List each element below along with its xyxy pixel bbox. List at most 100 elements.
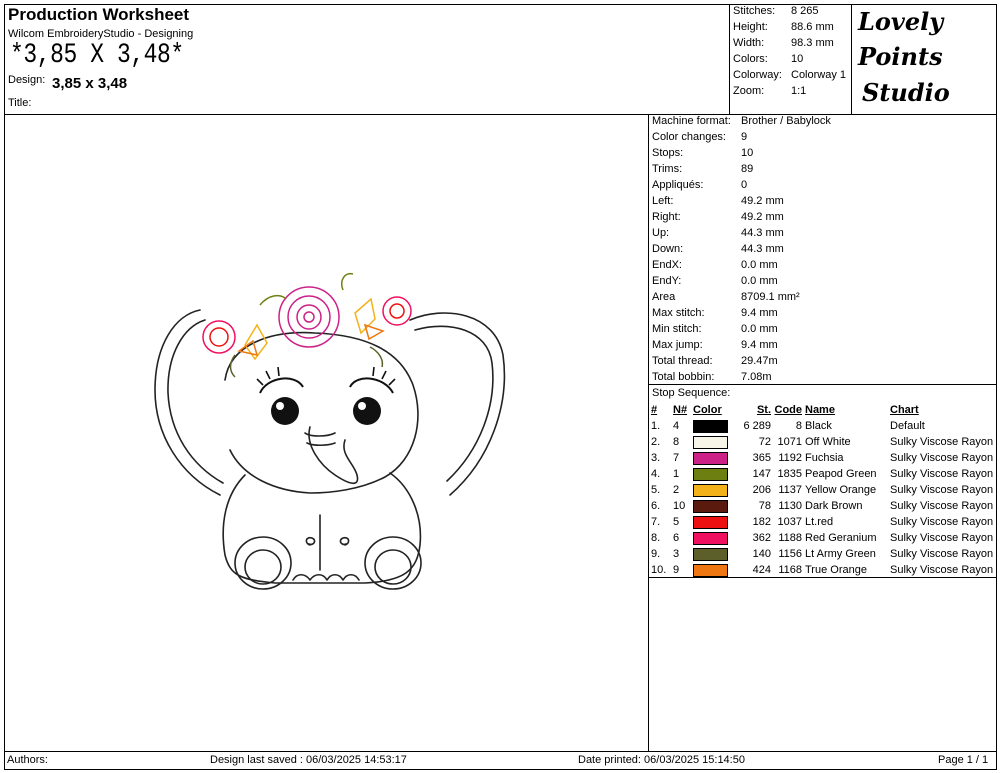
table-header-row: # N# Color St. Code Name Chart — [651, 402, 1000, 418]
color-swatch — [693, 563, 728, 577]
row-code: 1130 — [778, 500, 802, 512]
row-code: 1188 — [778, 532, 802, 544]
row-stitches: 147 — [752, 468, 771, 480]
table-row: 1. 4 6 289 8 Black Default — [651, 418, 1000, 434]
row-needle: 1 — [673, 468, 680, 480]
summary-value: 8 265 — [791, 5, 819, 17]
col-header-needle: N# — [673, 404, 688, 416]
summary-value: 98.3 mm — [791, 37, 834, 49]
row-code: 1071 — [777, 436, 802, 448]
detail-label: Left: — [652, 195, 674, 207]
table-row: 4. 1 147 1835 Peapod Green Sulky Viscose Rayo… — [651, 466, 1000, 482]
design-preview — [154, 272, 506, 590]
summary-value: Colorway 1 — [791, 69, 847, 81]
row-needle: 4 — [673, 420, 680, 432]
detail-label: Total thread: — [652, 355, 713, 367]
color-swatch — [693, 515, 728, 529]
stop-sequence-table: # N# Color St. Code Name Chart 1. 4 6 289 8… — [651, 402, 1000, 578]
row-chart: Sulky Viscose Rayon — [890, 532, 994, 544]
footer-authors: Authors: — [7, 754, 48, 766]
row-chart: Default — [890, 420, 925, 432]
footer-date-printed: Date printed: 06/03/2025 15:14:50 — [578, 754, 745, 766]
row-name: Lt.red — [805, 516, 834, 528]
col-header-chart: Chart — [890, 404, 919, 416]
color-swatch — [693, 435, 728, 449]
detail-value: 0.0 mm — [741, 275, 778, 287]
table-row: 5. 2 206 1137 Yellow Orange Sulky Viscose Ray… — [651, 482, 1000, 498]
summary-label: Height: — [733, 21, 768, 33]
size-banner: *3,85 X 3,48* — [10, 40, 184, 71]
elephant-outline — [154, 309, 506, 590]
flower-crown — [202, 272, 412, 378]
row-name: True Orange — [805, 564, 867, 576]
row-color-swatch — [693, 530, 733, 546]
detail-value: 0.0 mm — [741, 323, 778, 335]
detail-label: Color changes: — [652, 131, 726, 143]
detail-value: 29.47m — [741, 355, 778, 367]
summary-label: Colorway: — [733, 69, 782, 81]
detail-label: Appliqués: — [652, 179, 704, 191]
col-header-name: Name — [805, 404, 835, 416]
row-chart: Sulky Viscose Rayon — [890, 452, 994, 464]
row-color-swatch — [693, 434, 733, 450]
summary-label: Zoom: — [733, 85, 765, 97]
detail-value: 0 — [741, 179, 748, 191]
detail-label: EndX: — [652, 259, 682, 271]
row-index: 6. — [651, 500, 661, 512]
detail-value: 9.4 mm — [741, 339, 778, 351]
sidebar-divider — [648, 114, 649, 752]
row-needle: 5 — [673, 516, 680, 528]
summary-label: Colors: — [733, 53, 768, 65]
row-chart: Sulky Viscose Rayon — [890, 564, 994, 576]
detail-label: Down: — [652, 243, 684, 255]
detail-value: 49.2 mm — [741, 211, 784, 223]
detail-label: Total bobbin: — [652, 371, 715, 383]
row-stitches: 182 — [752, 516, 771, 528]
table-row: 9. 3 140 1156 Lt Army Green Sulky Viscose Ray… — [651, 546, 1000, 562]
stop-sequence-label: Stop Sequence: — [652, 387, 731, 399]
col-header-color: Color — [693, 404, 722, 416]
summary-value: 10 — [791, 53, 804, 65]
detail-value: 9.4 mm — [741, 307, 778, 319]
row-code: 8 — [795, 420, 802, 432]
row-color-swatch — [693, 482, 733, 498]
footer-last-saved: Design last saved : 06/03/2025 14:53:17 — [210, 754, 407, 766]
row-chart: Sulky Viscose Rayon — [890, 436, 994, 448]
detail-label: Trims: — [652, 163, 683, 175]
row-needle: 3 — [673, 548, 680, 560]
table-row: 8. 6 362 1188 Red Geranium Sulky Viscose Rayo… — [651, 530, 1000, 546]
row-chart: Sulky Viscose Rayon — [890, 516, 994, 528]
row-name: Peapod Green — [805, 468, 877, 480]
color-swatch — [693, 451, 728, 465]
row-index: 5. — [651, 484, 661, 496]
table-row: 7. 5 182 1037 Lt.red Sulky Viscose Rayon — [651, 514, 1000, 530]
color-swatch — [693, 547, 728, 561]
logo-line: Studio — [862, 78, 950, 107]
col-header-index: # — [651, 404, 658, 416]
col-header-code: Code — [774, 404, 803, 416]
summary-divider — [729, 4, 730, 115]
row-name: Fuchsia — [805, 452, 844, 464]
detail-label: Min stitch: — [652, 323, 702, 335]
logo-line: Points — [858, 42, 943, 71]
detail-label: Stops: — [652, 147, 684, 159]
row-code: 1037 — [777, 516, 802, 528]
table-row: 6. 10 78 1130 Dark Brown Sulky Viscose Rayon — [651, 498, 1000, 514]
row-code: 1156 — [778, 548, 802, 560]
row-needle: 10 — [673, 500, 686, 512]
row-color-swatch — [693, 498, 733, 514]
details-divider — [648, 384, 997, 385]
row-name: Lt Army Green — [805, 548, 876, 560]
row-chart: Sulky Viscose Rayon — [890, 484, 994, 496]
detail-value: 89 — [741, 163, 754, 175]
col-header-stitches: St. — [756, 404, 771, 416]
detail-label: Right: — [652, 211, 681, 223]
row-color-swatch — [693, 562, 733, 578]
row-needle: 7 — [673, 452, 680, 464]
row-stitches: 72 — [758, 436, 771, 448]
row-stitches: 206 — [752, 484, 771, 496]
detail-value: 7.08m — [741, 371, 772, 383]
logo-divider — [851, 4, 852, 115]
detail-value: 0.0 mm — [741, 259, 778, 271]
row-stitches: 6 289 — [743, 420, 771, 432]
